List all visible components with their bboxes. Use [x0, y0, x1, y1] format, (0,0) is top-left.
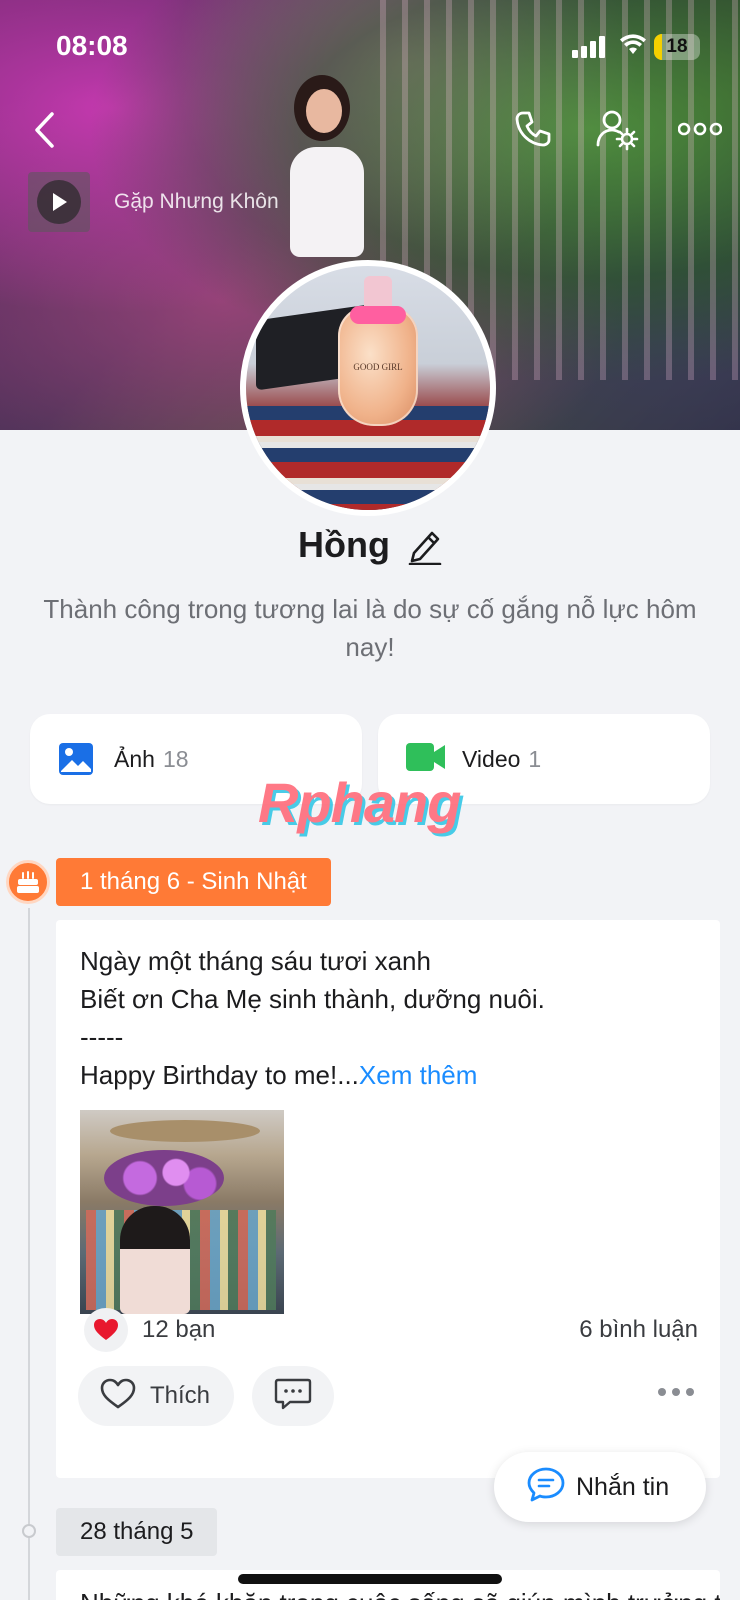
post-line: Ngày một tháng sáu tươi xanh: [80, 946, 431, 976]
like-label: Thích: [150, 1382, 211, 1409]
play-icon[interactable]: [37, 180, 81, 224]
post-text: Ngày một tháng sáu tươi xanh Biết ơn Cha…: [80, 942, 700, 1094]
signal-icon: [572, 36, 606, 58]
status-time: 08:08: [56, 30, 128, 61]
next-post-text: Những khó khăn trong cuộc sống sẽ giúp m…: [80, 1588, 720, 1600]
post-line: Happy Birthday to me!...: [80, 1060, 359, 1090]
videos-count: 1: [528, 745, 542, 772]
profile-name: Hồng: [298, 524, 390, 565]
user-settings-icon[interactable]: [594, 106, 640, 152]
birthday-cake-icon: [6, 860, 50, 904]
battery-level: 18: [666, 36, 688, 57]
birthday-date-tag: 1 tháng 6 - Sinh Nhật: [56, 858, 331, 906]
photos-count: 18: [162, 745, 189, 772]
battery-icon: 18: [654, 34, 700, 60]
profile-music[interactable]: Gặp Nhưng Khôn: [28, 172, 279, 232]
profile-bio: Thành công trong tương lai là do sự cố g…: [43, 594, 697, 662]
post-line: Biết ơn Cha Mẹ sinh thành, dưỡng nuôi.: [80, 984, 545, 1014]
message-label: Nhắn tin: [576, 1472, 670, 1501]
avatar-label: GOOD GIRL: [353, 362, 403, 372]
reaction-count: 12 bạn: [142, 1316, 216, 1343]
avatar[interactable]: GOOD GIRL: [240, 260, 496, 516]
message-button[interactable]: Nhắn tin: [494, 1452, 706, 1522]
comment-count[interactable]: 6 bình luận: [579, 1316, 698, 1344]
profile-name-row: Hồng: [0, 524, 740, 566]
see-more-link[interactable]: Xem thêm: [359, 1060, 478, 1090]
wifi-icon: [620, 34, 646, 62]
post-more-icon[interactable]: [658, 1388, 694, 1396]
photos-label: Ảnh: [114, 745, 155, 772]
edit-pencil-icon[interactable]: [406, 525, 442, 566]
comment-icon: [274, 1377, 312, 1416]
post-photo[interactable]: [80, 1110, 284, 1314]
music-thumbnail[interactable]: [28, 172, 90, 232]
birthday-post[interactable]: Ngày một tháng sáu tươi xanh Biết ơn Cha…: [56, 920, 720, 1478]
cover-person: [280, 75, 370, 275]
comment-button[interactable]: [252, 1366, 334, 1426]
status-bar: 08:08 18: [0, 28, 740, 68]
post-line: -----: [80, 1022, 124, 1052]
home-indicator[interactable]: [238, 1574, 502, 1584]
phone-icon[interactable]: [510, 106, 556, 152]
back-arrow-icon[interactable]: [26, 108, 62, 152]
timeline-date-tag: 28 tháng 5: [56, 1508, 218, 1556]
heart-icon: [84, 1308, 128, 1352]
reactions-summary[interactable]: 12 bạn: [84, 1308, 215, 1352]
watermark: Rphang: [258, 771, 461, 834]
more-icon[interactable]: [676, 112, 724, 146]
heart-outline-icon: [100, 1378, 136, 1415]
timeline-node: [22, 1524, 36, 1538]
chat-bubble-icon: [526, 1466, 566, 1509]
videos-label: Video: [462, 745, 521, 772]
music-title: Gặp Nhưng Khôn: [114, 190, 279, 213]
like-button[interactable]: Thích: [78, 1366, 234, 1426]
timeline-line: [28, 908, 30, 1600]
photo-icon: [58, 741, 94, 777]
